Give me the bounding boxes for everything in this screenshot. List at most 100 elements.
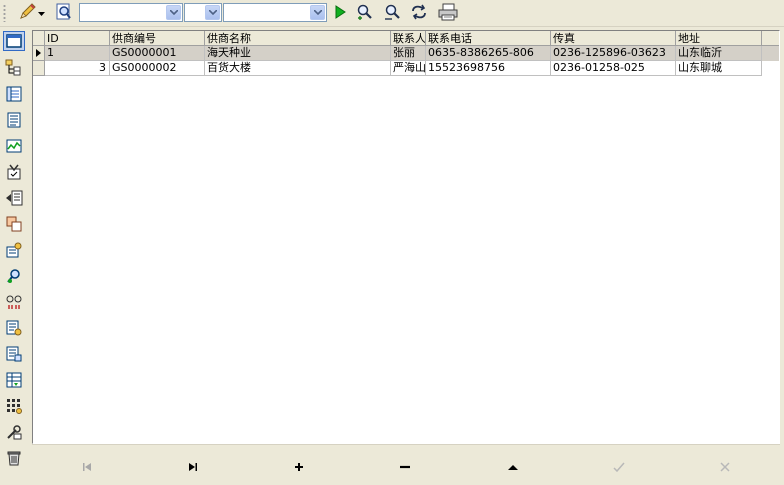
- column-header-phone[interactable]: 联系电话: [426, 31, 551, 46]
- trash-icon: [7, 451, 21, 466]
- run-button[interactable]: [331, 3, 349, 23]
- sidebar-item-report[interactable]: [3, 318, 25, 338]
- module-sidebar: [0, 27, 30, 485]
- toolbar-grip[interactable]: [3, 4, 6, 22]
- cell-address[interactable]: 山东临沂: [676, 46, 762, 61]
- sidebar-item-link[interactable]: [3, 292, 25, 312]
- column-header-address[interactable]: 地址: [676, 31, 762, 46]
- cell-name[interactable]: 百货大楼: [205, 61, 391, 76]
- supplier-grid[interactable]: ID 供商编号 供商名称 联系人 联系电话 传真 地址 1 GS0000001 …: [32, 30, 780, 444]
- insert-icon: [295, 463, 303, 471]
- value-combo-arrow[interactable]: [310, 5, 325, 20]
- tree-icon: [5, 59, 21, 76]
- cell-id[interactable]: 1: [45, 46, 110, 61]
- sidebar-item-inbox[interactable]: [3, 162, 25, 182]
- grid-icon: [7, 399, 22, 414]
- document-icon: [7, 112, 21, 128]
- chevron-down-icon: [37, 7, 45, 20]
- edit-dropdown-button[interactable]: [14, 2, 48, 24]
- column-header-contact[interactable]: 联系人: [391, 31, 426, 46]
- edit-icon: [508, 465, 518, 470]
- insert-record-button[interactable]: [284, 459, 314, 475]
- filter-button[interactable]: [355, 3, 375, 23]
- refresh-button[interactable]: [409, 3, 429, 23]
- sidebar-item-document[interactable]: [3, 110, 25, 130]
- window-icon: [6, 34, 22, 48]
- sidebar-item-list[interactable]: [3, 84, 25, 104]
- operator-combo-arrow[interactable]: [205, 5, 220, 20]
- tools-icon: [7, 425, 22, 440]
- first-record-button[interactable]: [72, 459, 102, 475]
- cell-contact[interactable]: 张丽: [391, 46, 426, 61]
- copy-icon: [6, 216, 22, 232]
- run-icon: [334, 4, 346, 22]
- last-icon: [189, 463, 197, 471]
- cell-code[interactable]: GS0000001: [110, 46, 205, 61]
- sidebar-item-user-search[interactable]: [3, 266, 25, 286]
- inbox-icon: [7, 164, 21, 180]
- column-header-code[interactable]: 供商编号: [110, 31, 205, 46]
- sidebar-item-grid[interactable]: [3, 396, 25, 416]
- table-export-icon: [6, 372, 22, 388]
- value-combo[interactable]: [223, 3, 327, 22]
- print-button[interactable]: [436, 3, 460, 23]
- header-indicator: [33, 31, 45, 46]
- table-row[interactable]: 3 GS0000002 百货大楼 严海山 15523698756 0236-01…: [33, 61, 779, 76]
- cell-contact[interactable]: 严海山: [391, 61, 426, 76]
- sidebar-item-window[interactable]: [3, 31, 25, 51]
- last-record-button[interactable]: [178, 459, 208, 475]
- field-combo[interactable]: [79, 3, 183, 22]
- field-combo-arrow[interactable]: [166, 5, 181, 20]
- notes-icon: [6, 346, 22, 362]
- sidebar-item-notes[interactable]: [3, 344, 25, 364]
- sidebar-item-tools[interactable]: [3, 422, 25, 442]
- sidebar-item-tree[interactable]: [3, 58, 25, 78]
- find-button[interactable]: [54, 3, 74, 23]
- current-row-arrow-icon: [36, 49, 41, 57]
- sidebar-item-chart[interactable]: [3, 136, 25, 156]
- sidebar-item-table-export[interactable]: [3, 370, 25, 390]
- refresh-icon: [410, 3, 428, 24]
- delete-record-button[interactable]: [390, 459, 420, 475]
- link-icon: [6, 295, 22, 309]
- record-navigator: [32, 444, 780, 485]
- sidebar-item-copy[interactable]: [3, 214, 25, 234]
- post-icon: [613, 462, 625, 472]
- user-search-icon: [7, 269, 20, 283]
- post-record-button[interactable]: [604, 459, 634, 475]
- cell-id[interactable]: 3: [45, 61, 110, 76]
- column-header-name[interactable]: 供商名称: [205, 31, 391, 46]
- main-toolbar: [0, 0, 784, 27]
- delete-icon: [400, 465, 410, 469]
- sidebar-item-export[interactable]: [3, 188, 25, 208]
- column-header-fax[interactable]: 传真: [551, 31, 676, 46]
- cancel-icon: [720, 462, 730, 472]
- search-icon: [384, 3, 402, 24]
- chart-icon: [6, 139, 22, 153]
- cell-address[interactable]: 山东聊城: [676, 61, 762, 76]
- filter-icon: [356, 3, 374, 24]
- print-icon: [437, 3, 459, 24]
- export-icon: [6, 190, 23, 206]
- cell-phone[interactable]: 0635-8386265-806: [426, 46, 551, 61]
- cell-fax[interactable]: 0236-01258-025: [551, 61, 676, 76]
- find-icon: [55, 3, 73, 24]
- operator-combo[interactable]: [184, 3, 222, 22]
- cell-phone[interactable]: 15523698756: [426, 61, 551, 76]
- edit-record-button[interactable]: [498, 459, 528, 475]
- list-icon: [6, 86, 22, 102]
- column-header-id[interactable]: ID: [45, 31, 110, 46]
- cell-fax[interactable]: 0236-125896-03623: [551, 46, 676, 61]
- cell-name[interactable]: 海天种业: [205, 46, 391, 61]
- pencil-icon: [18, 2, 38, 24]
- settings-icon: [6, 242, 22, 258]
- table-row[interactable]: 1 GS0000001 海天种业 张丽 0635-8386265-806 023…: [33, 46, 779, 61]
- row-indicator: [33, 61, 45, 76]
- row-indicator: [33, 46, 45, 61]
- sidebar-item-trash[interactable]: [3, 448, 25, 468]
- cancel-record-button[interactable]: [710, 459, 740, 475]
- cell-code[interactable]: GS0000002: [110, 61, 205, 76]
- grid-header: ID 供商编号 供商名称 联系人 联系电话 传真 地址: [33, 31, 779, 46]
- sidebar-item-settings[interactable]: [3, 240, 25, 260]
- search-button[interactable]: [383, 3, 403, 23]
